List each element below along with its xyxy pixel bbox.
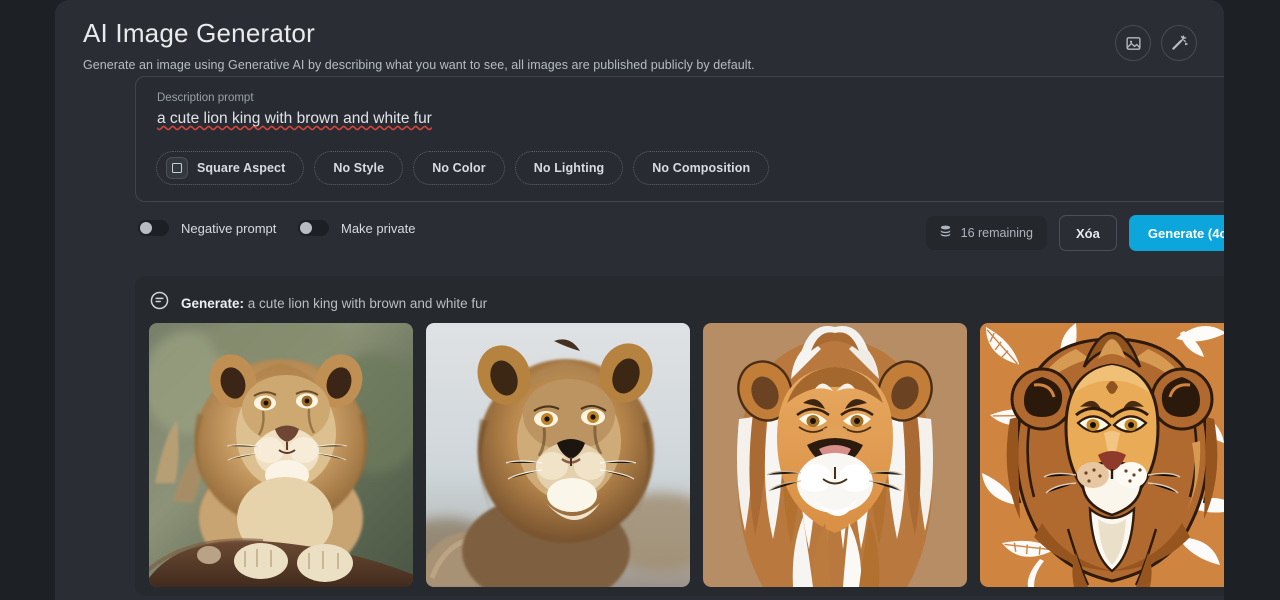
generate-circle-icon	[149, 290, 170, 316]
chip-square-aspect[interactable]: Square Aspect	[156, 151, 305, 185]
app-root: AI Image Generator Generate an image usi…	[0, 0, 1280, 600]
page-subtitle: Generate an image using Generative AI by…	[83, 58, 755, 72]
chip-label: No Composition	[652, 161, 751, 175]
image-2-render	[426, 323, 690, 587]
credits-text: 16 remaining	[960, 226, 1033, 240]
coins-icon	[938, 224, 953, 242]
gallery-button[interactable]	[1115, 25, 1151, 61]
negative-prompt-label: Negative prompt	[181, 220, 277, 236]
chip-no-composition[interactable]: No Composition	[633, 151, 770, 185]
generated-image-3[interactable]	[703, 323, 967, 587]
image-1-render	[149, 323, 413, 587]
results-caption: Generate: a cute lion king with brown an…	[181, 296, 487, 311]
clear-button[interactable]: Xóa	[1058, 215, 1117, 251]
make-private-toggle-group: Make private	[298, 220, 415, 236]
results-prompt: a cute lion king with brown and white fu…	[247, 295, 488, 311]
image-4-render	[980, 323, 1224, 587]
magic-wand-icon	[1170, 34, 1188, 52]
options-row: Negative prompt Make private 16 remainin…	[135, 215, 1224, 259]
results-prefix: Generate:	[181, 295, 245, 311]
results-grid	[149, 323, 1224, 587]
image-3-render	[703, 323, 967, 587]
chip-label: No Lighting	[533, 161, 605, 175]
results-header: Generate: a cute lion king with brown an…	[149, 290, 487, 316]
chip-no-lighting[interactable]: No Lighting	[514, 151, 624, 185]
generate-button[interactable]: Generate (4c)	[1128, 215, 1224, 251]
action-buttons: 16 remaining Xóa Generate (4c)	[925, 215, 1224, 251]
negative-prompt-toggle-group: Negative prompt	[138, 220, 276, 236]
results-panel: Generate: a cute lion king with brown an…	[135, 276, 1224, 596]
make-private-toggle[interactable]	[298, 220, 329, 236]
header-actions	[1115, 25, 1197, 61]
prompt-chips: Square Aspect No Style No Color No Light…	[156, 151, 770, 185]
main-panel: AI Image Generator Generate an image usi…	[55, 0, 1224, 600]
make-private-label: Make private	[341, 220, 416, 236]
square-icon	[166, 157, 188, 179]
chip-no-style[interactable]: No Style	[314, 151, 404, 185]
chip-label: No Color	[432, 161, 486, 175]
toggle-knob	[140, 222, 152, 234]
chip-label: No Style	[333, 161, 385, 175]
generated-image-1[interactable]	[149, 323, 413, 587]
prompt-input[interactable]: a cute lion king with brown and white fu…	[157, 110, 432, 128]
credits-badge: 16 remaining	[925, 216, 1047, 250]
chip-label: Square Aspect	[197, 161, 286, 175]
negative-prompt-toggle[interactable]	[138, 220, 169, 236]
prompt-label: Description prompt	[157, 92, 254, 104]
image-icon	[1125, 35, 1142, 52]
generated-image-2[interactable]	[426, 323, 690, 587]
magic-wand-button[interactable]	[1161, 25, 1197, 61]
prompt-card[interactable]: Description prompt a cute lion king with…	[135, 76, 1224, 202]
generated-image-4[interactable]	[980, 323, 1224, 587]
chip-no-color[interactable]: No Color	[413, 151, 505, 185]
panel-inner: AI Image Generator Generate an image usi…	[55, 0, 1224, 72]
toggle-knob	[300, 222, 312, 234]
page-title: AI Image Generator	[83, 18, 315, 48]
